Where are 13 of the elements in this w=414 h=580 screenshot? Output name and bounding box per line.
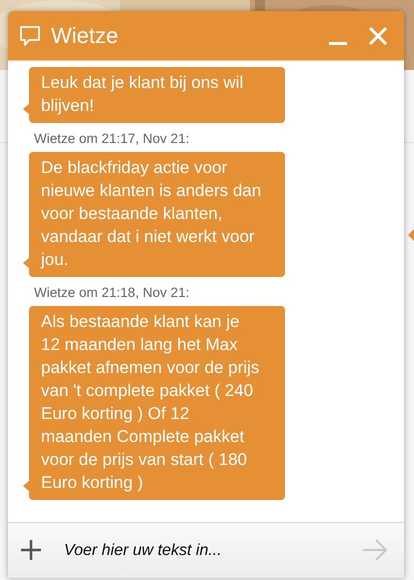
message-meta: Wietze om 21:18, Nov 21:	[34, 285, 190, 300]
close-icon	[368, 26, 388, 46]
arrow-icon	[362, 539, 388, 561]
chat-title: Wietze	[51, 22, 118, 48]
message-meta: Wietze om 21:17, Nov 21:	[34, 131, 190, 146]
message-bubble: De blackfriday actie voor nieuwe klanten is anders dan voor bestaande klanten, vandaar dat i niet werkt voor jou.	[29, 152, 285, 277]
minimize-icon	[329, 42, 347, 44]
message-input[interactable]: Voer hier uw tekst in...	[8, 522, 404, 578]
pointer-icon	[408, 229, 414, 241]
send-button[interactable]	[360, 537, 390, 563]
speech-bubble-icon	[19, 24, 41, 46]
message-bubble: Leuk dat je klant bij ons wil blijven!	[29, 67, 285, 123]
message-bubble: Als bestaande klant kan je 12 maanden lang het Max pakket afnemen voor de prijs van 't complete pakket ( 240 Euro korting ) Of 12 maanden Complete pakket voor de prijs van start ( 180 Euro korting )	[29, 306, 285, 500]
